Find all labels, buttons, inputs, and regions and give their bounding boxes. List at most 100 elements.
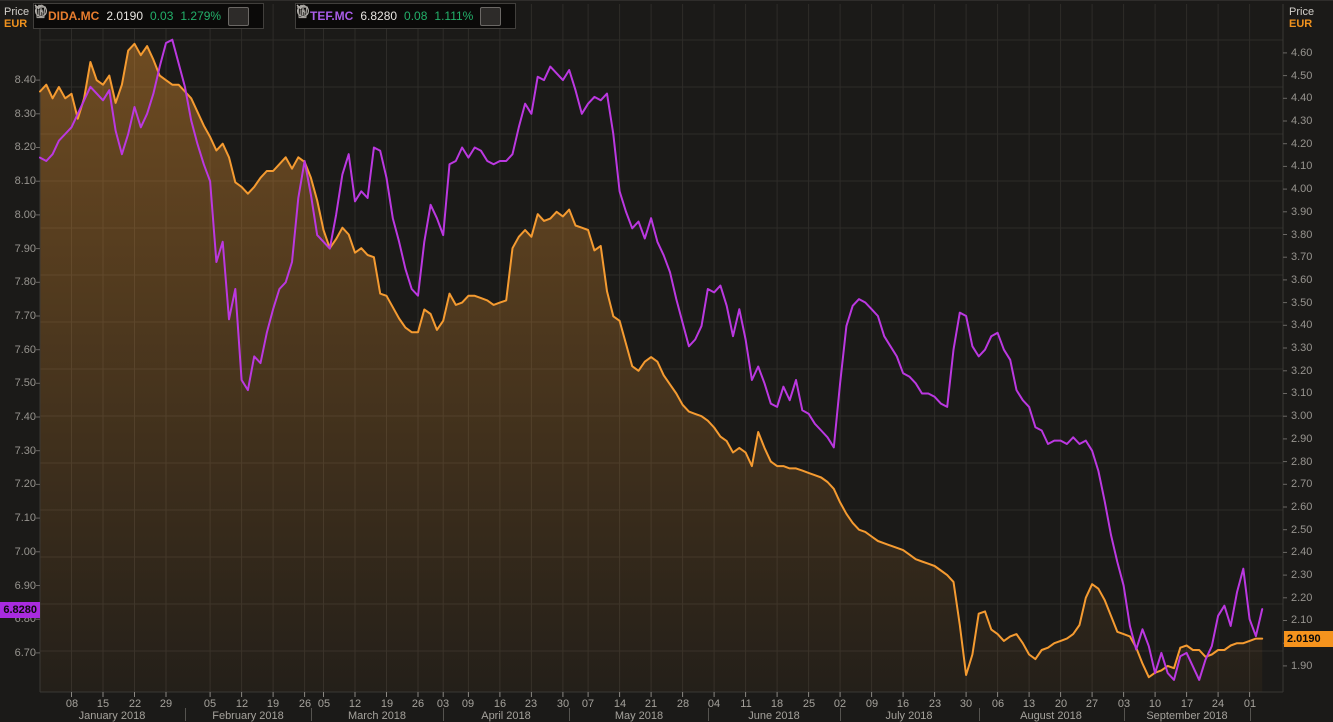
right-axis-tick-label: 2.30 — [1291, 569, 1313, 581]
right-axis-tick-label: 3.80 — [1291, 229, 1313, 241]
price-change: 0.03 — [150, 9, 174, 23]
x-axis-month-label: February 2018 — [212, 710, 284, 722]
x-axis-day-label: 16 — [493, 698, 507, 710]
x-axis-day-label: 09 — [461, 698, 475, 710]
right-axis-tick-label: 3.40 — [1291, 319, 1313, 331]
month-separator — [979, 708, 980, 721]
left-axis-tick-label: 7.60 — [14, 344, 36, 356]
month-separator — [840, 708, 841, 721]
left-axis-tick-label: 8.10 — [14, 175, 36, 187]
x-axis-day-label: 16 — [896, 698, 910, 710]
left-axis-tick-label: 7.50 — [14, 377, 36, 389]
left-axis-tick-label: 7.90 — [14, 243, 36, 255]
x-axis-day-label: 30 — [556, 698, 570, 710]
chart-window: Price EUR Price EUR 6.70 6.80 6.90 7.00 7.10… — [0, 0, 1333, 722]
legend-chip-dida[interactable]: DIDA.MC 2.0190 0.03 1.279% — [33, 3, 265, 29]
x-axis-day-label: 04 — [707, 698, 721, 710]
x-axis-day-label: 27 — [1085, 698, 1099, 710]
price-change: 0.08 — [404, 9, 428, 23]
month-separator — [443, 708, 444, 721]
month-separator — [311, 708, 312, 721]
price-chart-plot-area[interactable] — [0, 0, 1333, 722]
x-axis-day-label: 19 — [266, 698, 280, 710]
x-axis-day-label: 26 — [298, 698, 312, 710]
symbol-label: DIDA.MC — [48, 9, 100, 23]
x-axis-day-label: 10 — [1148, 698, 1162, 710]
x-axis-month-label: June 2018 — [748, 710, 800, 722]
x-axis-day-label: 23 — [524, 698, 538, 710]
x-axis-day-label: 19 — [380, 698, 394, 710]
right-axis-tick-label: 4.40 — [1291, 92, 1313, 104]
left-axis-title: Price — [4, 6, 30, 18]
left-axis-tick-label: 8.00 — [14, 209, 36, 221]
chevron-down-icon[interactable] — [34, 4, 250, 26]
left-axis-tick-label: 7.70 — [14, 310, 36, 322]
x-axis-month-label: March 2018 — [347, 710, 407, 722]
right-axis-tick-label: 4.50 — [1291, 70, 1313, 82]
month-separator — [708, 708, 709, 721]
month-separator — [1124, 708, 1125, 721]
x-axis-day-label: 26 — [411, 698, 425, 710]
x-axis-day-label: 05 — [317, 698, 331, 710]
right-axis-tick-label: 3.30 — [1291, 342, 1313, 354]
price-change-percent: 1.111% — [434, 9, 474, 23]
dida-current-price-tag: 2.0190 — [1284, 631, 1333, 647]
month-separator — [569, 708, 570, 721]
right-axis-unit: EUR — [1289, 18, 1313, 30]
left-axis-tick-label: 7.20 — [14, 478, 36, 490]
right-axis-tick-label: 2.60 — [1291, 501, 1313, 513]
month-separator — [185, 708, 186, 721]
x-axis-day-label: 22 — [128, 698, 142, 710]
right-axis-tick-label: 2.20 — [1291, 592, 1313, 604]
right-axis-tick-label: 4.30 — [1291, 115, 1313, 127]
legend-chip-tef[interactable]: TEF.MC 6.8280 0.08 1.111% — [295, 3, 517, 29]
left-axis-tick-label: 7.00 — [14, 546, 36, 558]
x-axis-month-label: July 2018 — [885, 710, 933, 722]
left-axis-tick-label: 7.30 — [14, 445, 36, 457]
left-axis-tick-label: 7.40 — [14, 411, 36, 423]
x-axis-day-label: 08 — [65, 698, 79, 710]
symbol-label: TEF.MC — [310, 9, 354, 23]
x-axis-month-label: January 2018 — [78, 710, 146, 722]
x-axis-day-label: 29 — [159, 698, 173, 710]
right-axis-tick-label: 2.70 — [1291, 478, 1313, 490]
x-axis-day-label: 24 — [1211, 698, 1225, 710]
right-axis-tick-label: 2.40 — [1291, 546, 1313, 558]
x-axis-day-label: 20 — [1054, 698, 1068, 710]
chevron-down-icon[interactable] — [296, 4, 502, 26]
left-axis-header: Price EUR — [4, 6, 29, 30]
x-axis-day-label: 21 — [644, 698, 658, 710]
right-axis-tick-label: 3.00 — [1291, 410, 1313, 422]
left-axis-tick-label: 6.90 — [14, 580, 36, 592]
x-axis-day-label: 07 — [581, 698, 595, 710]
x-axis-day-label: 23 — [928, 698, 942, 710]
x-axis-day-label: 18 — [770, 698, 784, 710]
right-axis-tick-label: 4.00 — [1291, 183, 1313, 195]
left-axis-tick-label: 8.20 — [14, 141, 36, 153]
x-axis-day-label: 15 — [96, 698, 110, 710]
x-axis-day-label: 25 — [802, 698, 816, 710]
right-axis-tick-label: 3.50 — [1291, 297, 1313, 309]
right-axis-tick-label: 3.10 — [1291, 387, 1313, 399]
x-axis-day-label: 06 — [991, 698, 1005, 710]
price-change-percent: 1.279% — [180, 9, 222, 23]
right-axis-tick-label: 3.70 — [1291, 251, 1313, 263]
left-axis-tick-label: 6.70 — [14, 647, 36, 659]
x-axis-month-label: April 2018 — [481, 710, 531, 722]
right-axis-tick-label: 3.60 — [1291, 274, 1313, 286]
x-axis-day-label: 28 — [676, 698, 690, 710]
last-price: 6.8280 — [360, 9, 398, 23]
right-axis-header: Price EUR — [1289, 6, 1314, 30]
tef-current-price-tag: 6.8280 — [0, 602, 40, 618]
left-axis-tick-label: 8.40 — [14, 74, 36, 86]
left-axis-tick-label: 8.30 — [14, 108, 36, 120]
x-axis-day-label: 12 — [235, 698, 249, 710]
last-price: 2.0190 — [106, 9, 144, 23]
right-axis-tick-label: 2.80 — [1291, 456, 1313, 468]
right-axis-tick-label: 3.90 — [1291, 206, 1313, 218]
left-axis-unit: EUR — [4, 18, 28, 30]
left-axis-tick-label: 7.10 — [14, 512, 36, 524]
x-axis-day-label: 09 — [865, 698, 879, 710]
x-axis-day-label: 05 — [203, 698, 217, 710]
right-axis-tick-label: 1.90 — [1291, 660, 1313, 672]
